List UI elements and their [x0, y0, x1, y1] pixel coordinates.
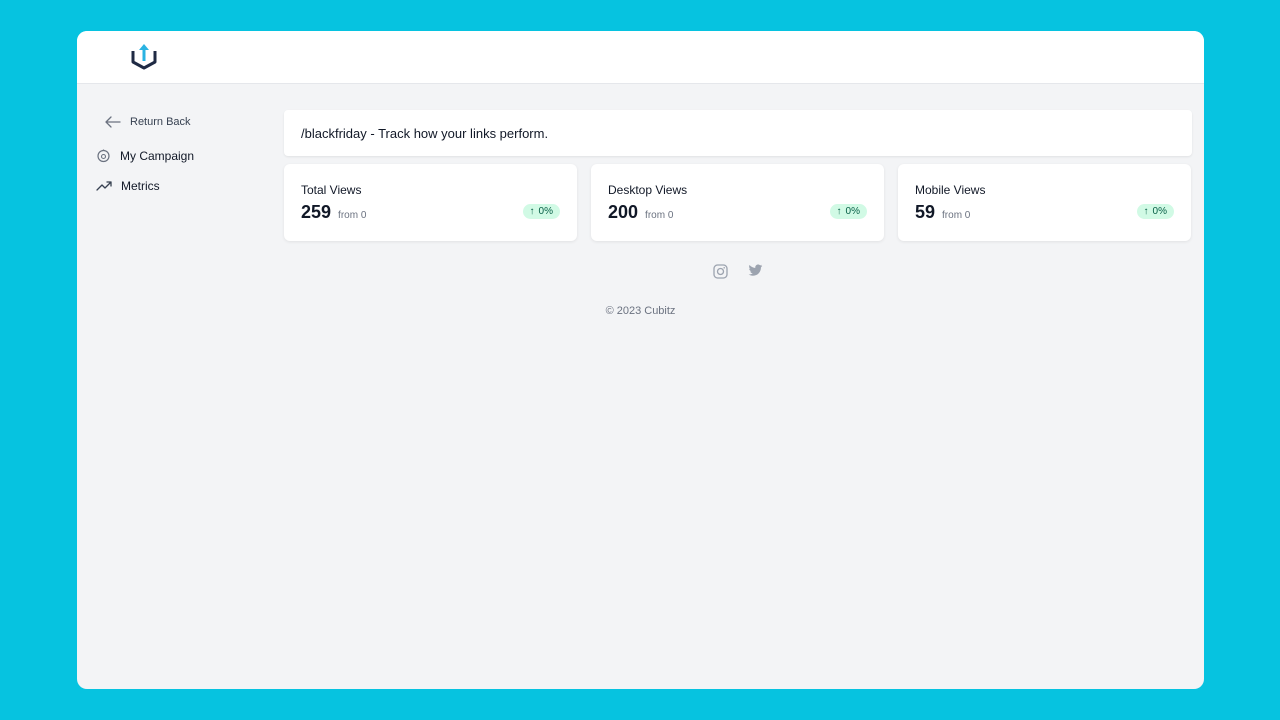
return-back-link[interactable]: Return Back [105, 116, 191, 128]
stat-card-total-views: Total Views 259 from 0 ↑ 0% [284, 164, 577, 241]
change-badge: ↑ 0% [1136, 204, 1174, 219]
campaign-icon [97, 149, 110, 163]
change-value: 0% [845, 206, 860, 217]
instagram-icon[interactable] [713, 264, 728, 279]
stat-title: Mobile Views [915, 183, 986, 197]
change-value: 0% [1152, 206, 1167, 217]
sidebar-item-label: My Campaign [120, 148, 195, 163]
stat-title: Desktop Views [608, 183, 688, 197]
sidebar-item-my-campaign[interactable]: My Campaign [96, 148, 194, 163]
page-title: /blackfriday - Track how your links perf… [301, 125, 549, 141]
change-badge: ↑ 0% [829, 204, 867, 219]
stat-from: from 0 [645, 210, 674, 221]
return-back-label: Return Back [130, 116, 191, 128]
copyright-text: © 2023 Cubitz [605, 305, 676, 317]
social-links [713, 264, 763, 279]
twitter-icon[interactable] [748, 264, 763, 277]
app-window: Return Back My Campaign Metrics /blackfr… [77, 31, 1204, 689]
stat-card-desktop-views: Desktop Views 200 from 0 ↑ 0% [591, 164, 884, 241]
stat-value: 200 [608, 202, 639, 222]
trending-up-icon [96, 181, 112, 191]
sidebar-item-label: Metrics [121, 179, 160, 193]
cubitz-logo[interactable] [129, 41, 159, 71]
arrow-up-icon: ↑ [1143, 206, 1149, 217]
stat-title: Total Views [301, 183, 362, 197]
stat-from: from 0 [942, 210, 971, 221]
stat-value: 59 [915, 202, 936, 222]
page-header-card: /blackfriday - Track how your links perf… [284, 110, 1192, 156]
stat-card-mobile-views: Mobile Views 59 from 0 ↑ 0% [898, 164, 1191, 241]
sidebar-item-metrics[interactable]: Metrics [96, 179, 160, 193]
stat-value: 259 [301, 202, 332, 222]
arrow-up-icon: ↑ [529, 206, 535, 217]
change-value: 0% [538, 206, 553, 217]
stat-from: from 0 [338, 210, 367, 221]
arrow-left-icon [105, 116, 121, 128]
change-badge: ↑ 0% [522, 204, 560, 219]
top-bar [77, 31, 1204, 84]
arrow-up-icon: ↑ [836, 206, 842, 217]
